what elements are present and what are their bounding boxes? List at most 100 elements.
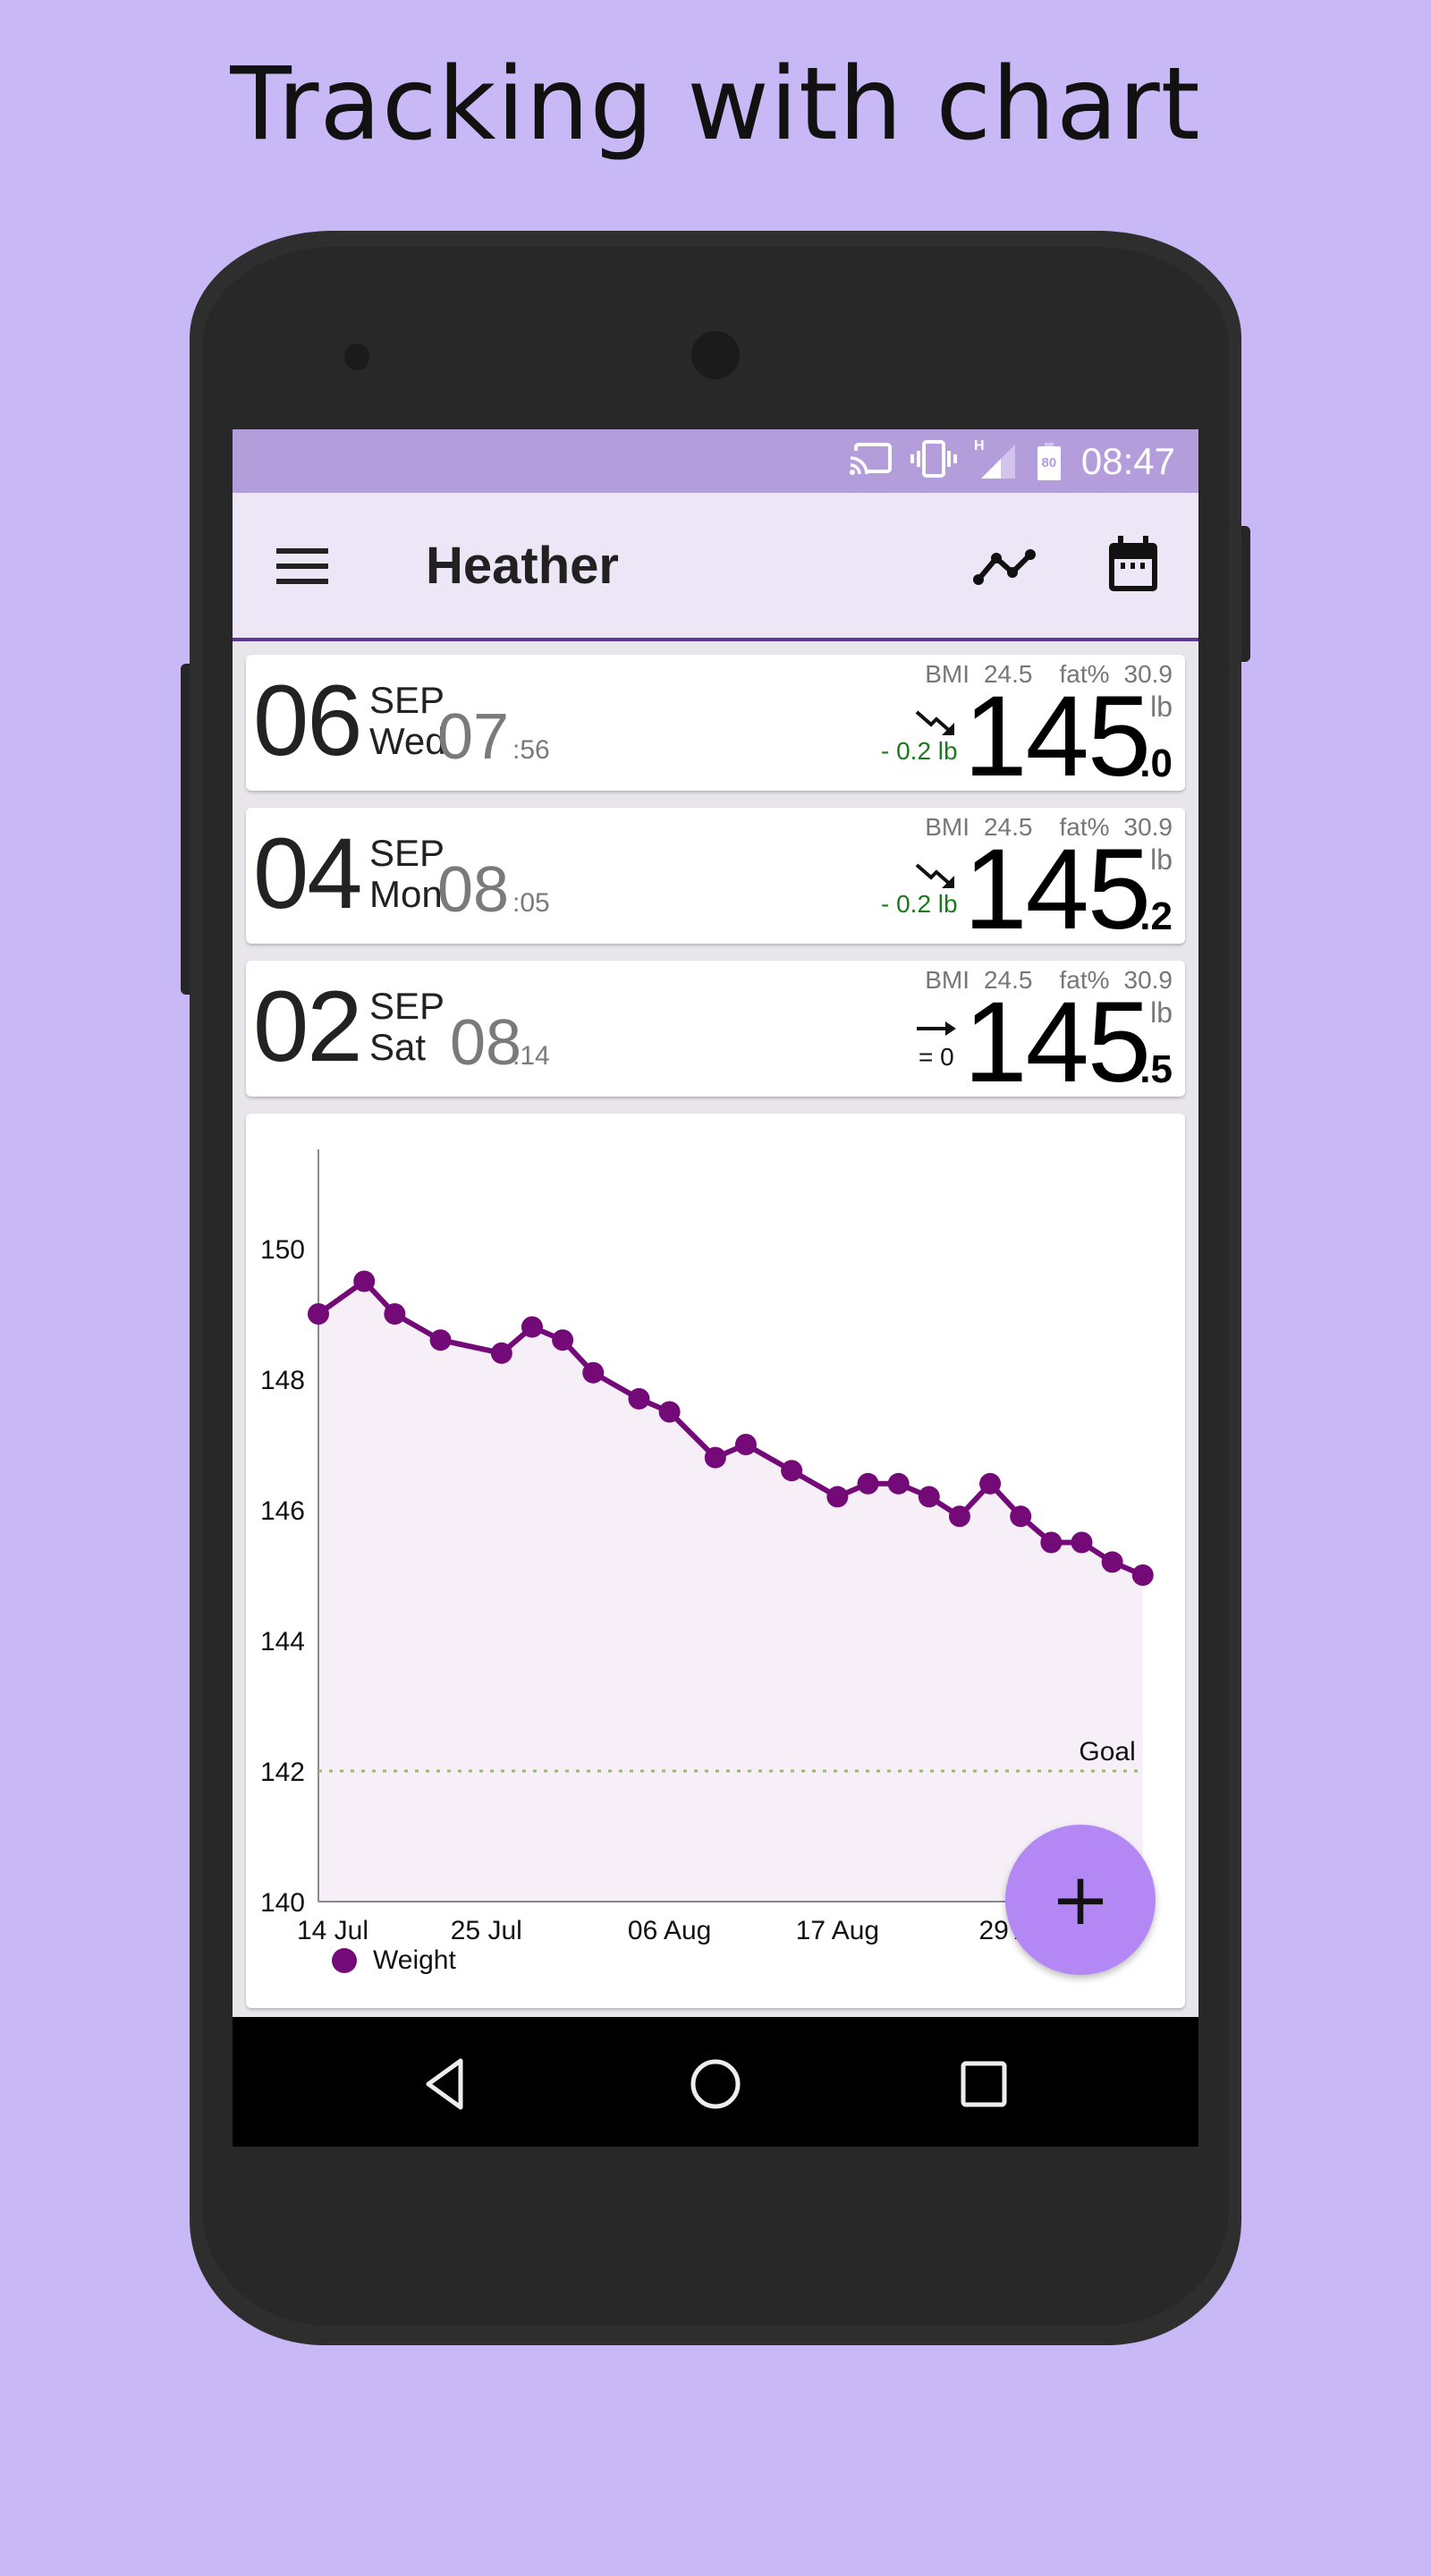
data-point	[552, 1329, 574, 1352]
y-tick-label: 150	[260, 1235, 305, 1265]
entry-minute: :56	[512, 735, 550, 765]
status-bar: H 80 08:47	[233, 429, 1198, 493]
entry-month: SEP	[369, 832, 445, 874]
y-tick-label: 146	[260, 1496, 305, 1526]
home-icon	[690, 2059, 741, 2109]
trend-down-icon	[915, 710, 954, 735]
weight-change: = 0	[919, 1043, 954, 1071]
goal-label: Goal	[1079, 1737, 1135, 1767]
weight-decimal: .2	[1139, 894, 1173, 938]
weight-value: 145	[963, 826, 1151, 953]
data-point	[1101, 1551, 1123, 1573]
weight-entry-card[interactable]: 06 SEP Wed 07 :56 BMI 24.5 fat% 30.9 - 0.2 …	[246, 655, 1185, 801]
weight-unit: lb	[1150, 843, 1173, 876]
entry-hour: 07	[437, 701, 510, 773]
entry-day: 06	[253, 665, 363, 776]
recents-icon	[961, 2061, 1007, 2107]
cast-icon	[848, 442, 893, 480]
legend-weight-marker	[332, 1948, 357, 1973]
data-point	[582, 1361, 605, 1384]
data-point	[353, 1270, 376, 1292]
weight-unit: lb	[1150, 691, 1173, 723]
menu-icon	[276, 548, 328, 584]
trend-down-icon	[915, 863, 954, 888]
recents-button[interactable]	[953, 2053, 1015, 2115]
data-point	[429, 1329, 452, 1352]
chart-line-icon	[973, 549, 1036, 585]
entry-month: SEP	[369, 679, 445, 721]
weight-entry-card[interactable]: 02 SEP Sat 08 :14 BMI 24.5 fat% 30.9 = 0 14…	[246, 961, 1185, 1106]
data-point	[1131, 1564, 1154, 1586]
signal-icon: H	[974, 437, 1020, 485]
data-point	[658, 1401, 681, 1423]
data-point	[384, 1303, 406, 1325]
calendar-button[interactable]	[1102, 529, 1164, 600]
y-tick-label: 140	[260, 1888, 305, 1918]
back-button[interactable]	[413, 2053, 476, 2115]
navigation-bar	[233, 2017, 1198, 2147]
entry-weekday: Wed	[369, 720, 446, 762]
entry-day: 02	[253, 970, 363, 1082]
y-tick-label: 148	[260, 1366, 305, 1395]
data-point	[781, 1460, 803, 1482]
calendar-icon	[1109, 536, 1157, 591]
data-point	[1010, 1505, 1032, 1528]
y-tick-label: 142	[260, 1758, 305, 1787]
weight-change: - 0.2 lb	[881, 890, 958, 918]
data-point	[490, 1342, 512, 1364]
chart-legend: Weight	[332, 1945, 456, 1976]
page-title: Heather	[426, 537, 619, 595]
weight-decimal: .0	[1139, 741, 1173, 785]
front-camera	[691, 331, 740, 379]
weight-entry-card[interactable]: 04 SEP Mon 08 :05 BMI 24.5 fat% 30.9 - 0.2 …	[246, 808, 1185, 953]
weight-value: 145	[963, 673, 1151, 801]
menu-button[interactable]	[275, 539, 329, 593]
data-point	[734, 1434, 757, 1455]
network-type: H	[974, 438, 985, 453]
data-point	[521, 1316, 543, 1338]
entry-weekday: Mon	[369, 873, 443, 915]
clock: 08:47	[1080, 439, 1175, 482]
data-point	[948, 1505, 970, 1528]
data-point	[704, 1446, 726, 1469]
entry-minute: :05	[512, 888, 550, 918]
trend-flat-icon	[917, 1021, 956, 1036]
x-tick-label: 06 Aug	[628, 1916, 711, 1945]
proximity-sensor	[344, 343, 369, 370]
app-bar: Heather	[233, 493, 1198, 641]
add-icon: +	[1050, 1858, 1111, 1941]
entry-hour: 08	[450, 1007, 522, 1079]
data-point	[857, 1472, 879, 1495]
weight-decimal: .5	[1139, 1047, 1173, 1091]
data-point	[826, 1486, 849, 1508]
battery-level: 80	[1041, 454, 1057, 470]
x-tick-label: 17 Aug	[796, 1916, 879, 1945]
data-point	[1040, 1531, 1063, 1554]
chart-button[interactable]	[971, 538, 1039, 597]
phone-screen: H 80 08:47 Heather 06 SEP Wed 07 :56 BMI…	[233, 429, 1198, 2147]
entry-day: 04	[253, 818, 363, 929]
entry-minute: :14	[512, 1041, 550, 1071]
battery-icon: 80	[1037, 442, 1062, 480]
back-icon	[426, 2058, 463, 2110]
data-point	[979, 1472, 1002, 1495]
weight-unit: lb	[1150, 996, 1173, 1029]
data-point	[308, 1303, 329, 1325]
add-entry-button[interactable]: +	[1005, 1825, 1156, 1975]
entry-weekday: Sat	[369, 1026, 427, 1068]
data-point	[918, 1486, 940, 1508]
vibrate-icon	[910, 440, 958, 482]
weight-value: 145	[963, 979, 1151, 1106]
legend-weight-label: Weight	[373, 1945, 456, 1975]
entry-month: SEP	[369, 985, 445, 1027]
x-tick-label: 25 Jul	[451, 1916, 522, 1945]
y-tick-label: 144	[260, 1627, 305, 1657]
headline: Tracking with chart	[230, 47, 1201, 163]
home-button[interactable]	[684, 2053, 747, 2115]
data-point	[628, 1387, 650, 1410]
weight-change: - 0.2 lb	[881, 737, 958, 765]
chart-area-fill	[318, 1281, 1143, 1902]
entry-hour: 08	[437, 854, 510, 926]
data-point	[1071, 1531, 1093, 1554]
data-point	[887, 1472, 910, 1495]
